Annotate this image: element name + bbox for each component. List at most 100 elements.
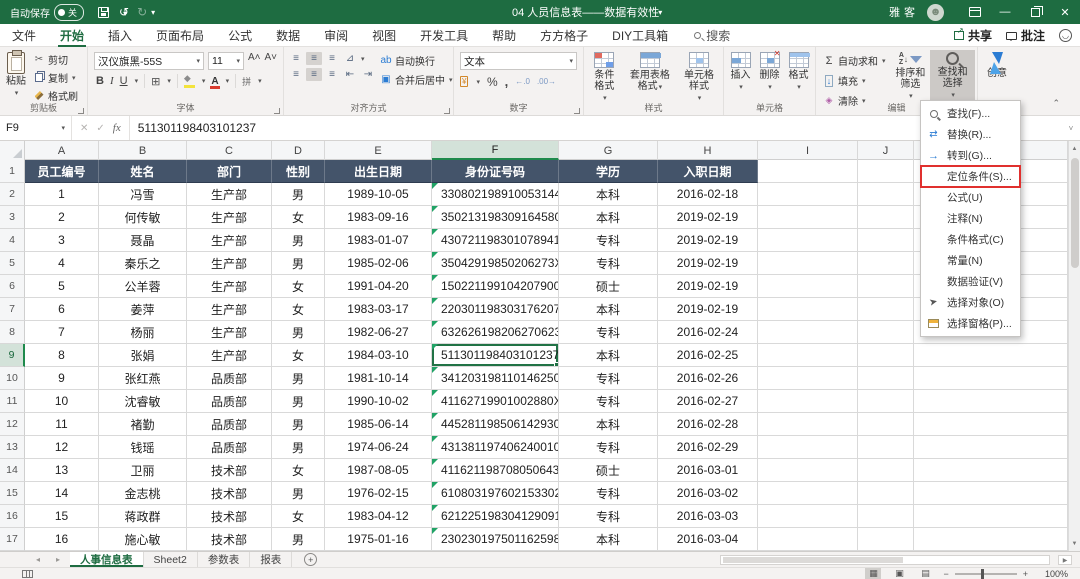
cell-E3[interactable]: 1983-09-16 <box>325 206 432 229</box>
select-all-corner[interactable] <box>0 141 25 160</box>
cell-G3[interactable]: 本科 <box>559 206 658 229</box>
cell-E10[interactable]: 1981-10-14 <box>325 367 432 390</box>
cell-C5[interactable]: 生产部 <box>187 252 272 275</box>
comments-button[interactable]: 批注 <box>1006 27 1045 44</box>
page-break-view-button[interactable]: ▤ <box>917 568 933 579</box>
restore-button[interactable] <box>1020 0 1050 24</box>
sheet-tab-人事信息表[interactable]: 人事信息表 <box>70 552 144 567</box>
cell-D1[interactable]: 性别 <box>272 160 325 183</box>
font-color-button[interactable]: A <box>211 76 218 87</box>
comma-style-button[interactable]: , <box>505 74 509 89</box>
cell-K13[interactable] <box>914 436 1068 459</box>
cell-C7[interactable]: 生产部 <box>187 298 272 321</box>
cell-C9[interactable]: 生产部 <box>187 344 272 367</box>
column-header-D[interactable]: D <box>272 141 325 160</box>
clipboard-dialog-launcher-icon[interactable] <box>78 108 84 114</box>
cell-H9[interactable]: 2016-02-25 <box>658 344 758 367</box>
percent-style-button[interactable]: % <box>487 75 498 89</box>
cell-G15[interactable]: 专科 <box>559 482 658 505</box>
column-header-I[interactable]: I <box>758 141 858 160</box>
column-header-J[interactable]: J <box>858 141 914 160</box>
row-header-16[interactable]: 16 <box>0 505 25 528</box>
cell-F17[interactable]: 230230197501162598 <box>432 528 559 551</box>
cell-K16[interactable] <box>914 505 1068 528</box>
row-header-15[interactable]: 15 <box>0 482 25 505</box>
zoom-in-icon[interactable]: + <box>1023 569 1028 579</box>
cell-I11[interactable] <box>758 390 858 413</box>
cell-B1[interactable]: 姓名 <box>99 160 187 183</box>
cell-I2[interactable] <box>758 183 858 206</box>
cell-I5[interactable] <box>758 252 858 275</box>
cell-A4[interactable]: 3 <box>25 229 99 252</box>
row-header-17[interactable]: 17 <box>0 528 25 551</box>
insert-function-icon[interactable]: fx <box>113 122 121 134</box>
cell-J9[interactable] <box>858 344 914 367</box>
cell-F4[interactable]: 430721198301078941 <box>432 229 559 252</box>
cell-D9[interactable]: 女 <box>272 344 325 367</box>
cell-A9[interactable]: 8 <box>25 344 99 367</box>
cut-button[interactable]: ✂剪切 <box>30 51 81 68</box>
cell-I13[interactable] <box>758 436 858 459</box>
cell-I4[interactable] <box>758 229 858 252</box>
delete-cells-button[interactable]: ✕ 删除▾ <box>756 50 784 95</box>
cell-C4[interactable]: 生产部 <box>187 229 272 252</box>
new-sheet-icon[interactable]: + <box>304 553 317 566</box>
grow-font-button[interactable]: A˄ <box>248 52 261 70</box>
ribbon-tab-文件[interactable]: 文件 <box>0 24 48 47</box>
vertical-scroll-thumb[interactable] <box>1071 158 1079 268</box>
cell-H8[interactable]: 2016-02-24 <box>658 321 758 344</box>
row-header-8[interactable]: 8 <box>0 321 25 344</box>
cell-K9[interactable] <box>914 344 1068 367</box>
column-header-C[interactable]: C <box>187 141 272 160</box>
zoom-track[interactable] <box>955 573 1017 575</box>
cell-D13[interactable]: 男 <box>272 436 325 459</box>
cell-F15[interactable]: 610803197602153302 <box>432 482 559 505</box>
cell-B11[interactable]: 沈睿敏 <box>99 390 187 413</box>
cell-F2[interactable]: 330802198910053144 <box>432 183 559 206</box>
cell-C8[interactable]: 生产部 <box>187 321 272 344</box>
cell-J12[interactable] <box>858 413 914 436</box>
cell-F13[interactable]: 431381197406240010 <box>432 436 559 459</box>
menu-item[interactable]: 定位条件(S)... <box>921 166 1020 187</box>
cell-I7[interactable] <box>758 298 858 321</box>
cell-H11[interactable]: 2016-02-27 <box>658 390 758 413</box>
cell-G5[interactable]: 专科 <box>559 252 658 275</box>
cell-B3[interactable]: 何传敏 <box>99 206 187 229</box>
cell-H7[interactable]: 2019-02-19 <box>658 298 758 321</box>
cell-E14[interactable]: 1987-08-05 <box>325 459 432 482</box>
cell-J13[interactable] <box>858 436 914 459</box>
cell-D6[interactable]: 女 <box>272 275 325 298</box>
vertical-scrollbar[interactable]: ▲ ▼ <box>1068 141 1080 551</box>
cell-C10[interactable]: 品质部 <box>187 367 272 390</box>
cell-A14[interactable]: 13 <box>25 459 99 482</box>
sheet-tab-报表[interactable]: 报表 <box>250 552 292 567</box>
row-header-3[interactable]: 3 <box>0 206 25 229</box>
cell-K11[interactable] <box>914 390 1068 413</box>
cell-H2[interactable]: 2016-02-18 <box>658 183 758 206</box>
cell-C16[interactable]: 技术部 <box>187 505 272 528</box>
cell-I14[interactable] <box>758 459 858 482</box>
cell-A16[interactable]: 15 <box>25 505 99 528</box>
cell-J2[interactable] <box>858 183 914 206</box>
cell-C17[interactable]: 技术部 <box>187 528 272 551</box>
cell-H13[interactable]: 2016-02-29 <box>658 436 758 459</box>
cell-J3[interactable] <box>858 206 914 229</box>
cell-I3[interactable] <box>758 206 858 229</box>
cell-D7[interactable]: 女 <box>272 298 325 321</box>
column-header-F[interactable]: F <box>432 141 559 160</box>
cell-I15[interactable] <box>758 482 858 505</box>
wrap-text-button[interactable]: ab自动换行 <box>380 53 453 68</box>
cell-E8[interactable]: 1982-06-27 <box>325 321 432 344</box>
ribbon-tab-DIY工具箱[interactable]: DIY工具箱 <box>600 24 680 47</box>
fill-handle[interactable] <box>554 362 559 367</box>
minimize-button[interactable]: — <box>990 0 1020 24</box>
autosave-toggle[interactable]: 自动保存 关 <box>10 4 84 21</box>
cell-G16[interactable]: 专科 <box>559 505 658 528</box>
cell-H10[interactable]: 2016-02-26 <box>658 367 758 390</box>
cell-C14[interactable]: 技术部 <box>187 459 272 482</box>
align-bottom-button[interactable]: ≡ <box>324 52 340 65</box>
cell-I1[interactable] <box>758 160 858 183</box>
menu-item[interactable]: 公式(U) <box>921 187 1020 208</box>
cell-D8[interactable]: 男 <box>272 321 325 344</box>
cell-F7[interactable]: 220301198303176207 <box>432 298 559 321</box>
